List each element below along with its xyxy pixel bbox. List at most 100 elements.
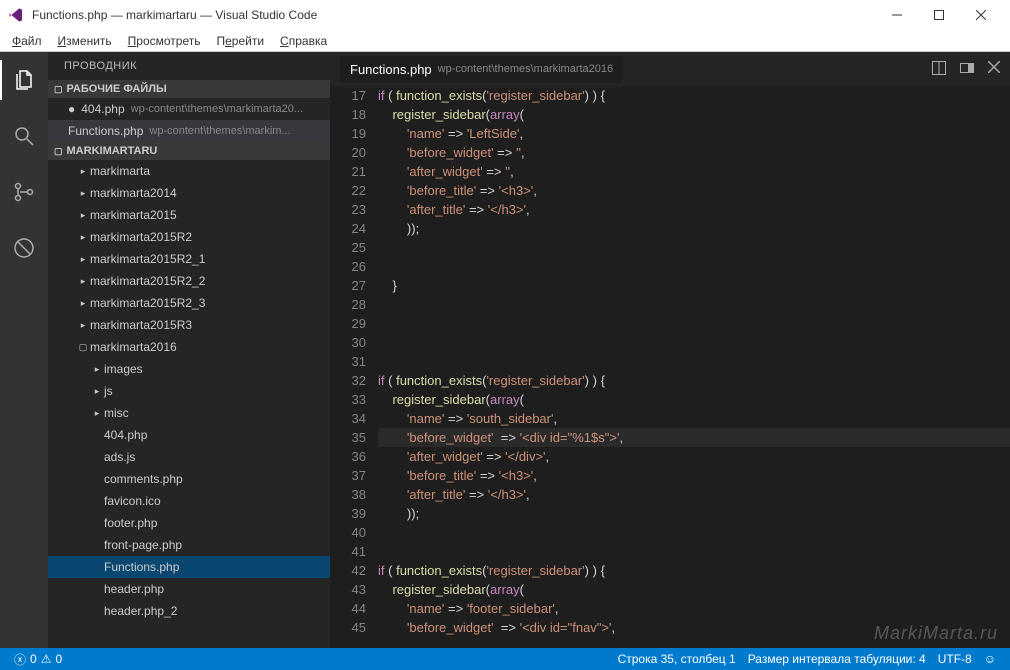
code-line[interactable]: register_sidebar(array(: [378, 390, 1010, 409]
code-line[interactable]: [378, 523, 1010, 542]
tree-file[interactable]: ▸Functions.php: [48, 556, 330, 578]
menu-item[interactable]: Просмотреть: [120, 32, 209, 50]
status-feedback-icon[interactable]: ☺: [978, 652, 1002, 666]
open-file-item[interactable]: 404.phpwp-content\themes\markimarta20...: [48, 98, 330, 120]
workspace-header[interactable]: ▢ MARKIMARTARU: [48, 142, 330, 160]
activity-explorer[interactable]: [0, 60, 48, 100]
menu-item[interactable]: Файл: [4, 32, 50, 50]
open-file-item[interactable]: Functions.phpwp-content\themes\markim...: [48, 120, 330, 142]
code-line[interactable]: 'before_widget' => '',: [378, 143, 1010, 162]
code-line[interactable]: }: [378, 276, 1010, 295]
code-line[interactable]: 'name' => 'LeftSide',: [378, 124, 1010, 143]
activity-search[interactable]: [0, 116, 48, 156]
tree-folder[interactable]: ▸markimarta2015R2_3: [48, 292, 330, 314]
split-editor-icon[interactable]: [932, 61, 946, 78]
status-encoding[interactable]: UTF-8: [932, 652, 978, 666]
menu-item[interactable]: Изменить: [50, 32, 120, 50]
tree-folder[interactable]: ▸markimarta: [48, 160, 330, 182]
menu-item[interactable]: Справка: [272, 32, 335, 50]
code-line[interactable]: [378, 333, 1010, 352]
code-line[interactable]: [378, 542, 1010, 561]
code-line[interactable]: 'name' => 'south_sidebar',: [378, 409, 1010, 428]
tree-folder[interactable]: ▸misc: [48, 402, 330, 424]
tree-label: markimarta2016: [90, 340, 177, 354]
error-icon: ⓧ: [14, 651, 26, 668]
status-tab-size[interactable]: Размер интервала табуляции: 4: [742, 652, 932, 666]
line-number: 21: [330, 162, 366, 181]
code-line[interactable]: if ( function_exists('register_sidebar')…: [378, 86, 1010, 105]
code-line[interactable]: [378, 314, 1010, 333]
working-files-header[interactable]: ▢ РАБОЧИЕ ФАЙЛЫ: [48, 80, 330, 98]
code-line[interactable]: 'after_title' => '</h3>',: [378, 485, 1010, 504]
code-line[interactable]: ));: [378, 219, 1010, 238]
tree-file[interactable]: ▸comments.php: [48, 468, 330, 490]
code-editor[interactable]: 1718192021222324252627282930313233343536…: [330, 86, 1010, 648]
tree-file[interactable]: ▸favicon.ico: [48, 490, 330, 512]
line-number: 18: [330, 105, 366, 124]
editor-tab[interactable]: Functions.php wp-content\themes\markimar…: [340, 56, 623, 83]
tree-file[interactable]: ▸header.php_2: [48, 600, 330, 622]
line-number: 28: [330, 295, 366, 314]
code-line[interactable]: [378, 238, 1010, 257]
code-line[interactable]: if ( function_exists('register_sidebar')…: [378, 561, 1010, 580]
chevron-right-icon: ▸: [76, 166, 90, 177]
tree-folder[interactable]: ▸markimarta2015R2: [48, 226, 330, 248]
code-line[interactable]: register_sidebar(array(: [378, 105, 1010, 124]
code-line[interactable]: ));: [378, 504, 1010, 523]
status-cursor[interactable]: Строка 35, столбец 1: [612, 652, 742, 666]
tree-folder[interactable]: ▸js: [48, 380, 330, 402]
tree-folder[interactable]: ▸markimarta2015: [48, 204, 330, 226]
activity-debug[interactable]: [0, 228, 48, 268]
chevron-right-icon: ▸: [76, 232, 90, 243]
line-number: 41: [330, 542, 366, 561]
code-line[interactable]: 'before_title' => '<h3>',: [378, 466, 1010, 485]
tree-folder[interactable]: ▢markimarta2016: [48, 336, 330, 358]
git-icon: [12, 180, 36, 204]
line-number: 26: [330, 257, 366, 276]
tree-folder[interactable]: ▸markimarta2015R2_1: [48, 248, 330, 270]
file-tree: ▸markimarta▸markimarta2014▸markimarta201…: [48, 160, 330, 648]
tree-label: markimarta2015: [90, 208, 177, 222]
line-number: 23: [330, 200, 366, 219]
code-line[interactable]: 'name' => 'footer_sidebar',: [378, 599, 1010, 618]
close-button[interactable]: [960, 0, 1002, 30]
code-line[interactable]: [378, 352, 1010, 371]
code-line[interactable]: 'before_widget' => '<div id="fnav">',: [378, 618, 1010, 637]
tree-file[interactable]: ▸header.php: [48, 578, 330, 600]
close-editor-icon[interactable]: [988, 61, 1000, 78]
tree-file[interactable]: ▸ads.js: [48, 446, 330, 468]
maximize-button[interactable]: [918, 0, 960, 30]
code-line[interactable]: [378, 257, 1010, 276]
code-line[interactable]: 'after_widget' => '',: [378, 162, 1010, 181]
tree-folder[interactable]: ▸markimarta2015R3: [48, 314, 330, 336]
chevron-right-icon: ▸: [76, 320, 90, 331]
code-line[interactable]: if ( function_exists('register_sidebar')…: [378, 371, 1010, 390]
activity-git[interactable]: [0, 172, 48, 212]
code-line[interactable]: [378, 295, 1010, 314]
tree-label: favicon.ico: [104, 494, 161, 508]
tree-file[interactable]: ▸footer.php: [48, 512, 330, 534]
minimize-button[interactable]: [876, 0, 918, 30]
tree-file[interactable]: ▸front-page.php: [48, 534, 330, 556]
chevron-right-icon: ▸: [76, 298, 90, 309]
code-line[interactable]: 'before_widget' => '<div id="%1$s">',: [378, 428, 1010, 447]
tree-file[interactable]: ▸404.php: [48, 424, 330, 446]
open-files-list: 404.phpwp-content\themes\markimarta20...…: [48, 98, 330, 142]
code-line[interactable]: register_sidebar(array(: [378, 580, 1010, 599]
code-line[interactable]: 'after_title' => '</h3>',: [378, 200, 1010, 219]
line-number: 31: [330, 352, 366, 371]
more-actions-icon[interactable]: [960, 61, 974, 78]
line-number: 38: [330, 485, 366, 504]
chevron-right-icon: ▸: [76, 188, 90, 199]
code-content[interactable]: if ( function_exists('register_sidebar')…: [378, 86, 1010, 648]
tree-label: header.php: [104, 582, 164, 596]
line-number: 32: [330, 371, 366, 390]
menu-item[interactable]: Перейти: [208, 32, 272, 50]
status-errors[interactable]: ⓧ0 ⚠0: [8, 651, 68, 668]
chevron-down-icon: ▢: [54, 84, 63, 95]
tree-folder[interactable]: ▸images: [48, 358, 330, 380]
code-line[interactable]: 'before_title' => '<h3>',: [378, 181, 1010, 200]
code-line[interactable]: 'after_widget' => '</div>',: [378, 447, 1010, 466]
tree-folder[interactable]: ▸markimarta2014: [48, 182, 330, 204]
tree-folder[interactable]: ▸markimarta2015R2_2: [48, 270, 330, 292]
